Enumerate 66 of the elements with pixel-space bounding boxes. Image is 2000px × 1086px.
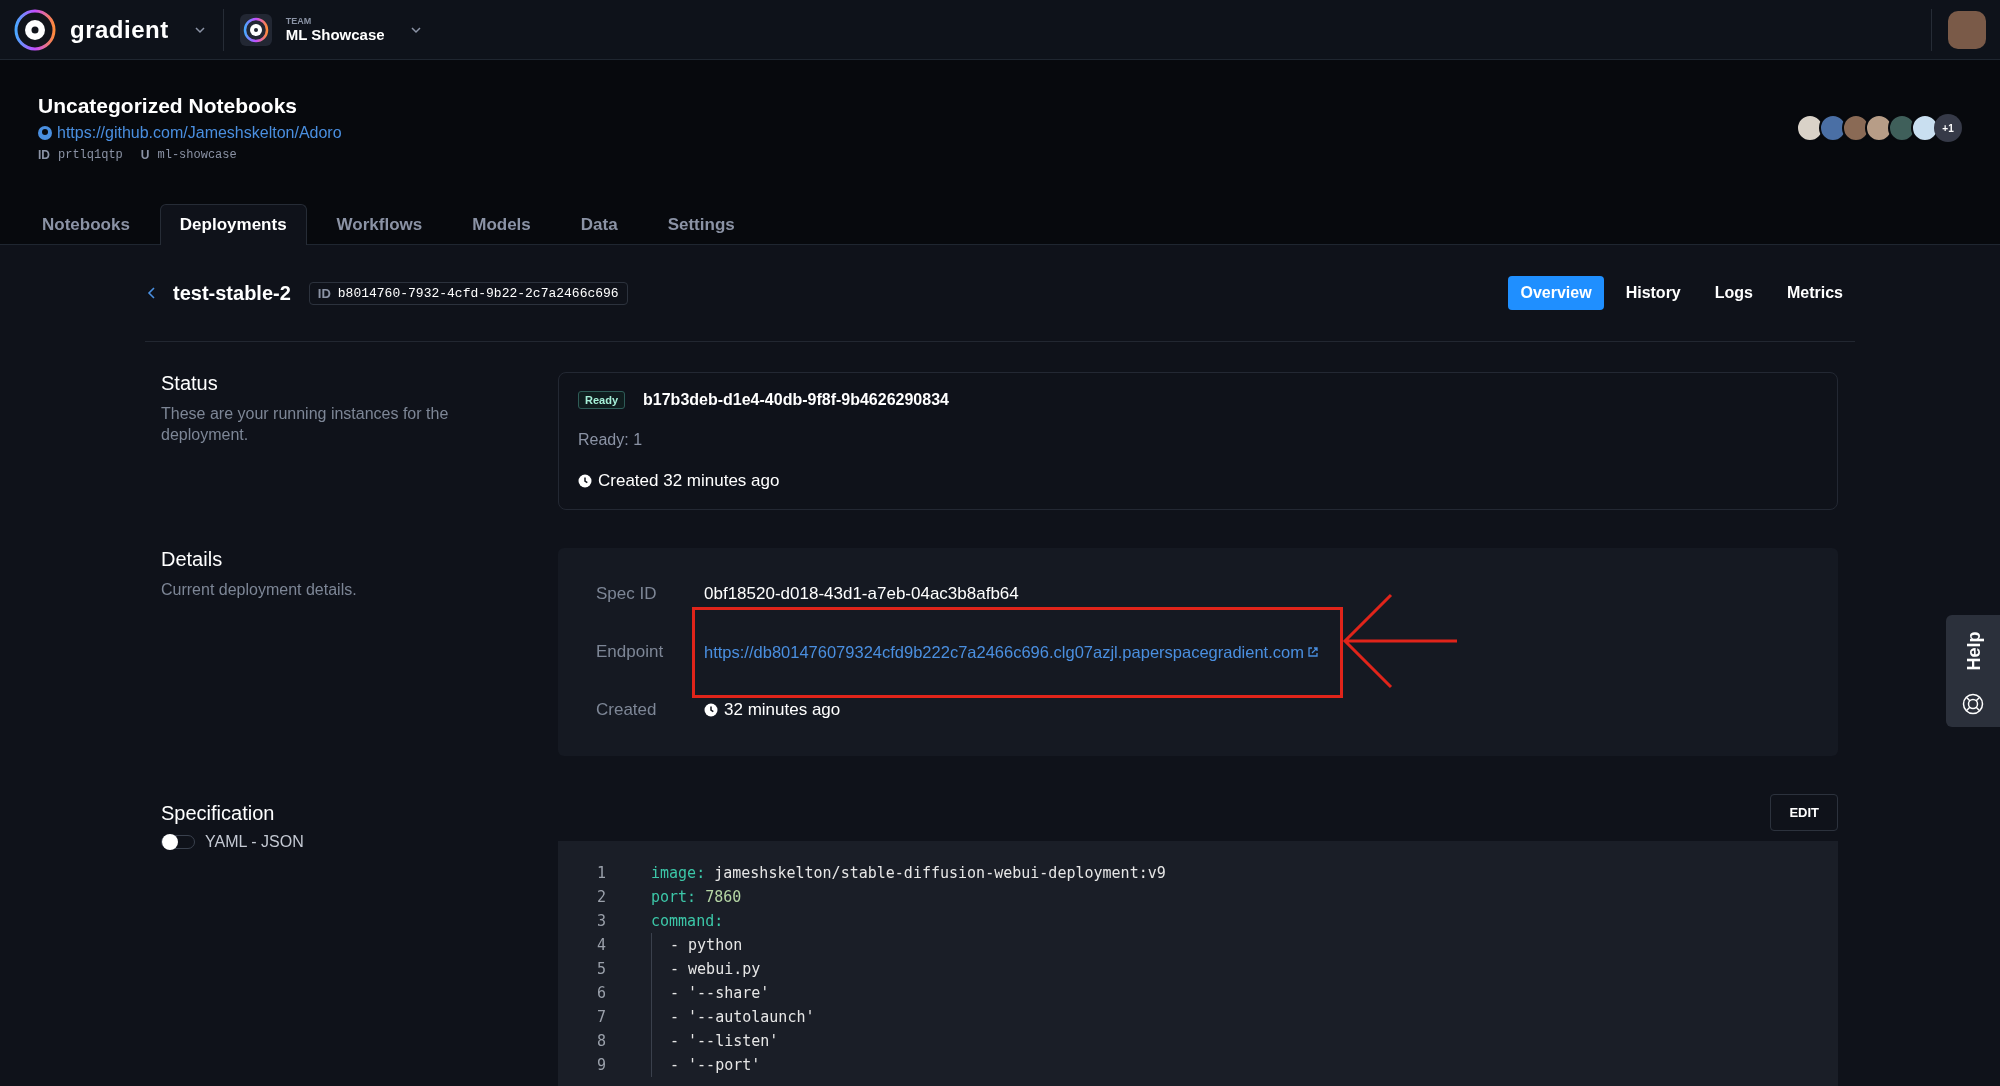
subtab[interactable]: History <box>1613 276 1693 310</box>
section-title: Specification <box>161 802 276 825</box>
lifebuoy-icon <box>1962 693 1984 715</box>
subtab[interactable]: Overview <box>1508 276 1604 310</box>
team-label: TEAM <box>285 16 313 26</box>
subtab[interactable]: Metrics <box>1774 276 1855 310</box>
line-number: 9 <box>595 1056 606 1074</box>
tab[interactable]: Settings <box>647 204 755 245</box>
project-id: prtlq1qtp <box>58 148 123 162</box>
tab[interactable]: Notebooks <box>22 204 150 245</box>
ready-count: Ready: 1 <box>578 431 644 449</box>
line-number: 1 <box>595 864 606 882</box>
help-tab[interactable]: Help <box>1946 615 2000 727</box>
line-number: 2 <box>595 888 606 906</box>
repository-link[interactable]: https://github.com/Jameshskelton/Adoro <box>38 124 342 142</box>
detail-value: 0bf18520-d018-43d1-a7eb-04ac3b8afb64 <box>704 584 1019 603</box>
edit-button[interactable]: EDIT <box>1770 794 1838 831</box>
team-name[interactable]: ML Showcase <box>285 26 385 43</box>
line-number: 8 <box>595 1032 606 1050</box>
status-badge: Ready <box>578 391 626 409</box>
line-number: 3 <box>595 912 606 930</box>
line-number: 4 <box>595 936 606 954</box>
created-time: Created 32 minutes ago <box>598 471 780 491</box>
tab[interactable]: Data <box>560 204 638 245</box>
endpoint-link[interactable]: https://db801476079324cfd9b222c7a2466c696.clg07azjl.paperspacegradient.com <box>704 642 1319 662</box>
code-line: - '--port' <box>651 1053 761 1077</box>
code-line: - webui.py <box>651 957 761 981</box>
user-label: U <box>140 148 150 162</box>
instance-id: b17b3deb-d1e4-40db-9f8f-9b4626290834 <box>643 391 949 409</box>
toggle-label: YAML - JSON <box>205 833 304 851</box>
subtab[interactable]: Logs <box>1702 276 1765 310</box>
project-title: Uncategorized Notebooks <box>38 94 299 118</box>
line-number: 7 <box>595 1008 606 1026</box>
section-title: Status <box>161 372 219 395</box>
user-avatar[interactable] <box>1948 10 1986 49</box>
detail-label: Endpoint <box>596 642 665 662</box>
member-avatar <box>1865 114 1893 142</box>
more-members-count: +1 <box>1934 114 1962 142</box>
id-label: ID <box>38 148 50 162</box>
section-description: Current deployment details. <box>161 580 358 600</box>
code-line: - '--listen' <box>651 1029 779 1053</box>
clock-icon <box>578 474 592 488</box>
deployment-name: test-stable-2 <box>173 281 291 305</box>
brand-name: gradient <box>70 15 169 44</box>
tab[interactable]: Workflows <box>316 204 443 245</box>
code-line: - python <box>651 933 743 957</box>
code-line: port: 7860 <box>651 888 742 906</box>
line-number: 6 <box>595 984 606 1002</box>
section-title: Details <box>161 548 224 571</box>
tab[interactable]: Models <box>452 204 551 245</box>
line-number: 5 <box>595 960 606 978</box>
project-user: ml-showcase <box>157 148 237 162</box>
code-line: - '--autolaunch' <box>651 1005 815 1029</box>
logo-icon[interactable] <box>14 8 56 51</box>
detail-label: Spec ID <box>596 584 658 604</box>
code-line: image: jameshskelton/stable-diffusion-webui-deployment:v9 <box>651 864 1166 882</box>
clock-icon <box>704 703 718 717</box>
code-line: - '--share' <box>651 981 770 1005</box>
code-line: command: <box>651 912 724 930</box>
external-link-icon <box>1306 646 1319 658</box>
tab[interactable]: Deployments <box>159 204 307 245</box>
deployment-id-chip: ID b8014760-7932-4cfd-9b22-2c7a2466c696 <box>308 281 628 305</box>
detail-value: 32 minutes ago <box>724 700 841 720</box>
detail-label: Created <box>596 700 658 720</box>
team-logo-icon[interactable] <box>239 13 272 46</box>
section-description: These are your running instances for the deployment. <box>161 404 450 445</box>
